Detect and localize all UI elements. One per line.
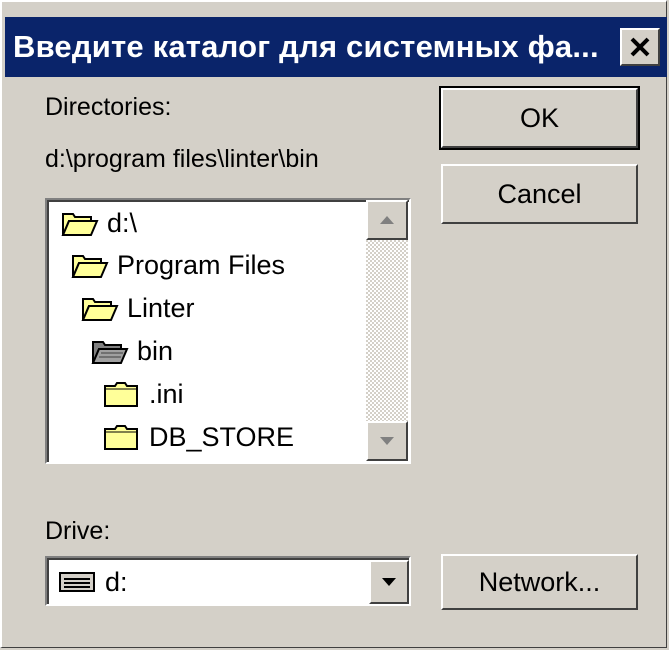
dir-item-label: DB_STORE (149, 421, 295, 452)
arrow-down-icon (380, 437, 394, 445)
arrow-up-icon (380, 216, 394, 224)
ok-button[interactable]: OK (439, 86, 640, 150)
open-folder-icon (71, 255, 109, 278)
dir-item-label: .ini (149, 378, 184, 409)
drive-label: Drive: (45, 517, 111, 545)
dir-item-label: d:\ (107, 207, 138, 238)
open-folder-icon (81, 298, 119, 321)
cancel-button[interactable]: Cancel (441, 164, 638, 224)
open-folder-icon (61, 213, 99, 236)
scroll-down-button[interactable] (366, 421, 408, 461)
dir-item-bin[interactable]: bin (91, 331, 173, 371)
drive-value-text: d: (105, 566, 128, 597)
directories-label: Directories: (45, 93, 172, 121)
network-button[interactable]: Network... (441, 554, 638, 610)
dir-item-ini[interactable]: .ini (103, 374, 184, 414)
drive-dropdown-button[interactable] (369, 560, 409, 604)
dir-item-program-files[interactable]: Program Files (71, 245, 285, 285)
current-path: d:\program files\linter\bin (45, 145, 319, 173)
close-button[interactable] (620, 28, 660, 66)
dir-item-root[interactable]: d:\ (61, 203, 137, 243)
scroll-up-button[interactable] (366, 200, 408, 240)
window-title: Введите каталог для системных фа... (13, 29, 599, 64)
closed-folder-icon (104, 425, 138, 450)
chevron-down-icon (382, 578, 396, 586)
drive-icon (59, 572, 95, 592)
directories-list[interactable]: d:\ Program Files Linter bin .ini DB_STO… (45, 198, 411, 464)
directories-scrollbar[interactable] (366, 200, 408, 461)
closed-folder-icon (104, 382, 138, 407)
dir-item-label: Program Files (117, 249, 286, 280)
dir-item-label: bin (137, 335, 174, 366)
dir-item-label: Linter (127, 292, 195, 323)
dir-item-db-store[interactable]: DB_STORE (103, 417, 294, 457)
drive-select[interactable]: d: (45, 556, 411, 606)
drive-value: d: (59, 567, 128, 598)
dir-item-linter[interactable]: Linter (81, 288, 195, 328)
close-icon (630, 37, 650, 57)
title-bar: Введите каталог для системных фа... (5, 17, 667, 77)
open-folder-selected-icon (91, 341, 129, 364)
